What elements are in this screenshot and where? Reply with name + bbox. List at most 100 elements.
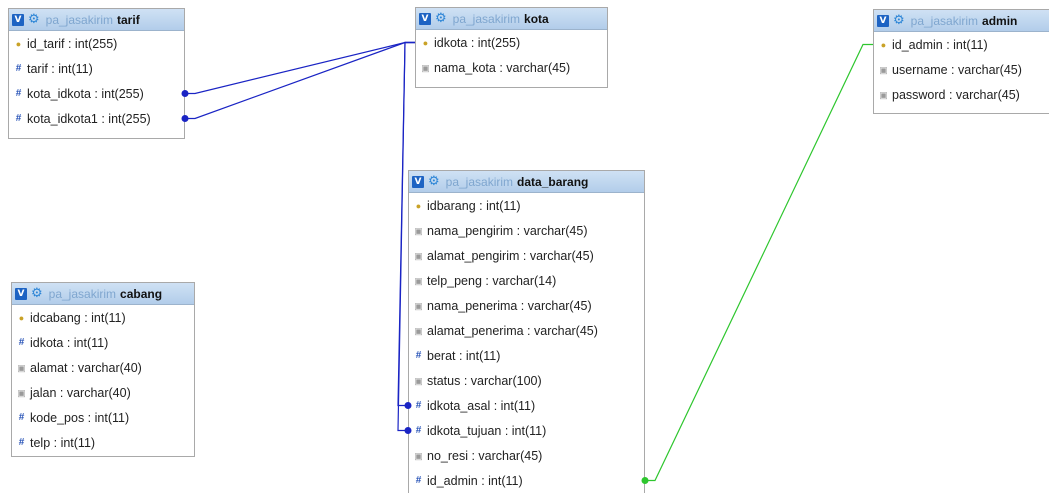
- table-data-barang[interactable]: V ⚙ pa_jasakirim data_barang ● idbarang : int…: [408, 170, 645, 493]
- table-name: data_barang: [517, 174, 589, 189]
- column-row[interactable]: # kota_idkota1 : int(255): [9, 106, 184, 131]
- column-row[interactable]: ▣ alamat_pengirim : varchar(45): [409, 243, 644, 268]
- column-row[interactable]: ▣ nama_penerima : varchar(45): [409, 293, 644, 318]
- column-label: alamat : varchar(40): [30, 360, 142, 375]
- gear-icon[interactable]: ⚙: [28, 13, 40, 26]
- primary-key-icon: ●: [880, 39, 887, 50]
- column-row[interactable]: ● idcabang : int(11): [12, 305, 194, 330]
- column-label: id_admin : int(11): [892, 37, 988, 52]
- column-row[interactable]: # kode_pos : int(11): [12, 405, 194, 430]
- column-row[interactable]: # idkota_tujuan : int(11): [409, 418, 644, 443]
- primary-key-icon: ●: [415, 200, 422, 211]
- column-label: username : varchar(45): [892, 62, 1022, 77]
- column-row[interactable]: # berat : int(11): [409, 343, 644, 368]
- table-header[interactable]: V ⚙ pa_jasakirim kota: [416, 8, 607, 30]
- text-field-icon: ▣: [414, 450, 423, 461]
- text-field-icon: ▣: [414, 250, 423, 261]
- column-row[interactable]: ● id_tarif : int(255): [9, 31, 184, 56]
- toggle-columns-icon[interactable]: V: [419, 12, 431, 25]
- gear-icon[interactable]: ⚙: [435, 12, 447, 25]
- text-field-icon: ▣: [414, 225, 423, 236]
- column-row[interactable]: ▣ alamat : varchar(40): [12, 355, 194, 380]
- column-row[interactable]: ▣ username : varchar(45): [874, 57, 1049, 82]
- text-field-icon: ▣: [421, 62, 430, 73]
- column-label: telp_peng : varchar(14): [427, 273, 557, 288]
- database-name: pa_jasakirim: [45, 12, 114, 27]
- column-row[interactable]: ▣ jalan : varchar(40): [12, 380, 194, 405]
- column-row[interactable]: ● idbarang : int(11): [409, 193, 644, 218]
- column-label: idkota : int(255): [434, 35, 521, 50]
- column-row[interactable]: ● id_admin : int(11): [874, 32, 1049, 57]
- column-label: nama_penerima : varchar(45): [427, 298, 592, 313]
- column-label: nama_kota : varchar(45): [434, 60, 571, 75]
- text-field-icon: ▣: [414, 300, 423, 311]
- text-field-icon: ▣: [879, 89, 888, 100]
- database-name: pa_jasakirim: [452, 11, 521, 26]
- column-label: alamat_penerima : varchar(45): [427, 323, 598, 338]
- table-cabang[interactable]: V ⚙ pa_jasakirim cabang ● idcabang : int(11) #…: [11, 282, 195, 457]
- column-row[interactable]: # idkota : int(11): [12, 330, 194, 355]
- gear-icon[interactable]: ⚙: [428, 175, 440, 188]
- column-label: status : varchar(100): [427, 373, 542, 388]
- gear-icon[interactable]: ⚙: [31, 287, 43, 300]
- relation-line-tarif-kota_idkota[interactable]: [185, 41, 415, 95]
- table-header[interactable]: V ⚙ pa_jasakirim cabang: [12, 283, 194, 305]
- column-row[interactable]: ▣ password : varchar(45): [874, 82, 1049, 107]
- table-name: admin: [982, 13, 1018, 28]
- table-tarif[interactable]: V ⚙ pa_jasakirim tarif ● id_tarif : int(255) #…: [8, 8, 185, 139]
- column-label: idbarang : int(11): [427, 198, 521, 213]
- text-field-icon: ▣: [879, 64, 888, 75]
- number-field-icon: #: [18, 336, 25, 348]
- relation-line-tarif-kota_idkota1[interactable]: [185, 41, 415, 120]
- relation-line-data_barang-id_admin[interactable]: [645, 43, 873, 482]
- column-row[interactable]: ▣ telp_peng : varchar(14): [409, 268, 644, 293]
- column-row[interactable]: # idkota_asal : int(11): [409, 393, 644, 418]
- primary-key-icon: ●: [422, 37, 429, 48]
- column-row[interactable]: # kota_idkota : int(255): [9, 81, 184, 106]
- column-row[interactable]: # telp : int(11): [12, 430, 194, 455]
- toggle-columns-icon[interactable]: V: [877, 14, 889, 27]
- column-label: kode_pos : int(11): [30, 410, 130, 425]
- column-label: telp : int(11): [30, 435, 96, 450]
- number-field-icon: #: [415, 399, 422, 411]
- column-label: alamat_pengirim : varchar(45): [427, 248, 594, 263]
- column-row[interactable]: ▣ status : varchar(100): [409, 368, 644, 393]
- column-label: idkota : int(11): [30, 335, 109, 350]
- column-row[interactable]: ▣ nama_pengirim : varchar(45): [409, 218, 644, 243]
- text-field-icon: ▣: [17, 362, 26, 373]
- table-kota[interactable]: V ⚙ pa_jasakirim kota ● idkota : int(255) ▣ nam…: [415, 7, 608, 88]
- column-label: kota_idkota : int(255): [27, 86, 144, 101]
- column-label: idkota_tujuan : int(11): [427, 423, 547, 438]
- text-field-icon: ▣: [414, 325, 423, 336]
- table-name: kota: [524, 11, 549, 26]
- table-header[interactable]: V ⚙ pa_jasakirim tarif: [9, 9, 184, 31]
- column-label: no_resi : varchar(45): [427, 448, 543, 463]
- database-name: pa_jasakirim: [48, 286, 117, 301]
- number-field-icon: #: [18, 436, 25, 448]
- table-header[interactable]: V ⚙ pa_jasakirim admin: [874, 10, 1049, 32]
- database-name: pa_jasakirim: [910, 13, 979, 28]
- column-row[interactable]: # id_admin : int(11): [409, 468, 644, 493]
- gear-icon[interactable]: ⚙: [893, 14, 905, 27]
- column-row[interactable]: ▣ no_resi : varchar(45): [409, 443, 644, 468]
- column-row[interactable]: ● idkota : int(255): [416, 30, 607, 55]
- number-field-icon: #: [15, 62, 22, 74]
- database-name: pa_jasakirim: [445, 174, 514, 189]
- number-field-icon: #: [15, 87, 22, 99]
- table-header[interactable]: V ⚙ pa_jasakirim data_barang: [409, 171, 644, 193]
- primary-key-icon: ●: [15, 38, 22, 49]
- column-label: berat : int(11): [427, 348, 501, 363]
- number-field-icon: #: [415, 474, 422, 486]
- toggle-columns-icon[interactable]: V: [12, 13, 24, 26]
- column-row[interactable]: ▣ alamat_penerima : varchar(45): [409, 318, 644, 343]
- number-field-icon: #: [415, 349, 422, 361]
- table-admin[interactable]: V ⚙ pa_jasakirim admin ● id_admin : int(11) ▣ u…: [873, 9, 1049, 114]
- column-label: nama_pengirim : varchar(45): [427, 223, 588, 238]
- toggle-columns-icon[interactable]: V: [15, 287, 27, 300]
- toggle-columns-icon[interactable]: V: [412, 175, 424, 188]
- primary-key-icon: ●: [18, 312, 25, 323]
- column-row[interactable]: ▣ nama_kota : varchar(45): [416, 55, 607, 80]
- column-row[interactable]: # tarif : int(11): [9, 56, 184, 81]
- text-field-icon: ▣: [414, 275, 423, 286]
- designer-canvas: V ⚙ pa_jasakirim tarif ● id_tarif : int(255) #…: [0, 0, 1049, 493]
